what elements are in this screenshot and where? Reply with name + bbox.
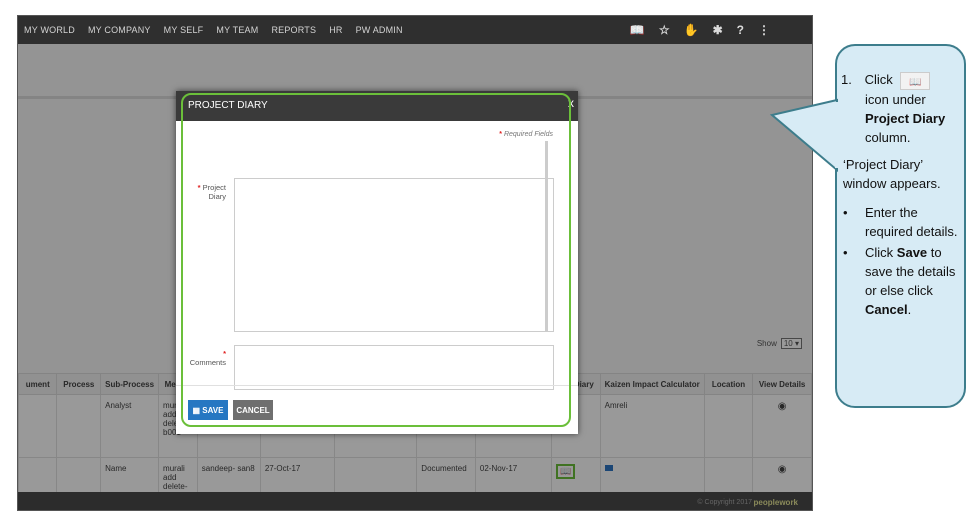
required-note: * Required Fields [499, 131, 553, 138]
required-note-text: Required Fields [503, 131, 553, 138]
click-word: Click [864, 72, 893, 87]
project-diary-modal: PROJECT DIARY x * Required Fields * Proj… [176, 91, 578, 434]
nav-reports[interactable]: REPORTS [271, 25, 316, 35]
bullet-dot: • [843, 204, 848, 220]
nav-pw-admin[interactable]: PW ADMIN [356, 25, 403, 35]
bullet-2-cancel: Cancel [865, 301, 908, 317]
nav-my-self[interactable]: MY SELF [164, 25, 204, 35]
step-number: 1. [841, 72, 852, 87]
close-icon[interactable]: x [568, 96, 574, 110]
hand-icon[interactable]: ✋ [684, 23, 699, 37]
bullet-2: • Click Save to save the details or else… [843, 243, 961, 319]
menu-icon[interactable]: ⋮ [758, 23, 770, 37]
comments-label-text: Comments [189, 358, 226, 367]
bullet-2-period: . [907, 301, 912, 317]
book-icon: 📖 [900, 71, 931, 90]
project-diary-label: * Project Diary [197, 183, 226, 201]
save-icon: ▦ [192, 405, 203, 415]
project-diary-textarea[interactable] [234, 178, 554, 332]
column-text: column. [865, 129, 911, 145]
bullet-1-text: Enter the required details. [865, 204, 958, 239]
top-icons: 📖 ☆ ✋ ✱ ? ⋮ [616, 16, 770, 44]
help-icon[interactable]: ? [737, 23, 744, 37]
project-diary-label-text: Project Diary [202, 183, 226, 201]
project-diary-bold-text: Project Diary [865, 110, 946, 126]
top-nav-bar: MY WORLD MY COMPANY MY SELF MY TEAM REPO… [18, 16, 812, 44]
tools-icon[interactable]: ✱ [713, 23, 723, 37]
comments-label: * Comments [189, 349, 226, 367]
book-icon[interactable]: 📖 [630, 23, 645, 37]
instruction-text: 1. Click 📖 icon under Project Diary colu… [841, 70, 961, 319]
bullet-2-prefix: Click [865, 244, 894, 260]
step-1: 1. Click 📖 [841, 70, 961, 90]
bullet-2-text: Click Save to save the details or else c… [865, 243, 961, 319]
main-nav: MY WORLD MY COMPANY MY SELF MY TEAM REPO… [24, 16, 416, 44]
modal-title: PROJECT DIARY [188, 100, 268, 111]
window-appears-text: ‘Project Diary’ window appears. [843, 156, 941, 191]
project-diary-bold: Project Diary [843, 109, 961, 128]
footer: © Copyright 2017 peoplework [18, 492, 812, 510]
copyright: © Copyright 2017 [697, 499, 752, 506]
save-button[interactable]: ▦ SAVE [188, 400, 228, 420]
modal-header: PROJECT DIARY x [176, 91, 578, 121]
app-screenshot: MY WORLD MY COMPANY MY SELF MY TEAM REPO… [17, 15, 813, 511]
cancel-button[interactable]: CANCEL [233, 400, 273, 420]
modal-scrollbar[interactable] [545, 141, 548, 331]
modal-divider [176, 385, 578, 386]
trophy-icon[interactable]: ☆ [659, 23, 670, 37]
bullet-1: • Enter the required details. [843, 203, 961, 241]
nav-hr[interactable]: HR [329, 25, 342, 35]
bullet-dot: • [843, 244, 848, 260]
nav-my-team[interactable]: MY TEAM [216, 25, 258, 35]
comments-textarea[interactable] [234, 345, 554, 390]
save-label: SAVE [202, 405, 224, 415]
nav-my-world[interactable]: MY WORLD [24, 25, 75, 35]
icon-under-text: icon under [865, 91, 926, 107]
brand-logo: peoplework [753, 498, 798, 507]
bullet-2-save: Save [896, 244, 928, 260]
nav-my-company[interactable]: MY COMPANY [88, 25, 151, 35]
